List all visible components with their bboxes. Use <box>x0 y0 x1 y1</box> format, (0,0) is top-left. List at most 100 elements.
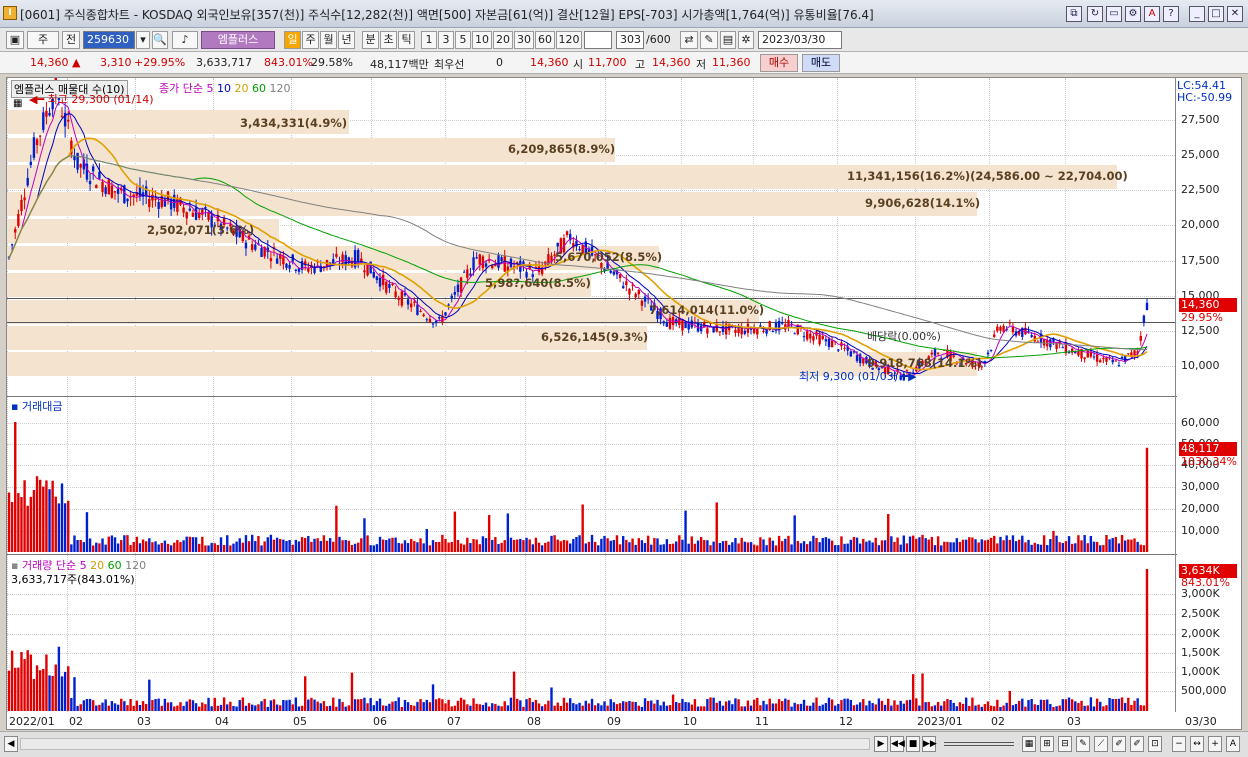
forward-icon[interactable]: ▶▶ <box>922 736 937 752</box>
gear-icon[interactable]: ✲ <box>738 31 754 49</box>
minute-5[interactable]: 5 <box>455 31 471 49</box>
volume-bar <box>173 706 176 711</box>
volume-bar <box>60 676 64 711</box>
period-second[interactable]: 초 <box>380 31 397 49</box>
period-day[interactable]: 일 <box>284 31 301 49</box>
minute-120[interactable]: 120 <box>556 31 582 49</box>
period-button[interactable]: 전 <box>62 31 80 49</box>
volume-bar <box>843 698 846 711</box>
amount-bar <box>799 543 803 552</box>
volume-bar <box>858 702 862 711</box>
close-button[interactable]: ✕ <box>1227 6 1243 22</box>
candle-body <box>1083 357 1086 360</box>
window-icon[interactable]: ▭ <box>1106 6 1122 22</box>
condition-button[interactable]: 엠플러스 <box>201 31 275 49</box>
period-tick[interactable]: 틱 <box>398 31 415 49</box>
maximize-button[interactable]: □ <box>1208 6 1224 22</box>
scrollbar-track[interactable] <box>20 738 870 750</box>
compare-icon[interactable]: ⊟ <box>1058 736 1072 752</box>
tool-icon[interactable]: ⊞ <box>1040 736 1054 752</box>
minute-60[interactable]: 60 <box>535 31 555 49</box>
rewind-icon[interactable]: ◀◀ <box>890 736 905 752</box>
candle-body <box>244 242 248 249</box>
period-year[interactable]: 년 <box>338 31 355 49</box>
volume-bar <box>250 704 254 711</box>
amount-bar <box>612 539 616 552</box>
link-icon[interactable]: ⧉ <box>1066 6 1082 22</box>
amount-bar <box>718 543 722 552</box>
amount-bar <box>151 542 154 552</box>
search-icon[interactable]: 🔍 <box>152 31 168 49</box>
minute-20[interactable]: 20 <box>493 31 513 49</box>
layout-icon[interactable]: ▦ <box>1022 736 1036 752</box>
volume-bar <box>752 699 756 711</box>
grid-icon[interactable]: ▦ <box>13 98 22 109</box>
zoom-slider[interactable] <box>944 742 1014 746</box>
chart-area[interactable]: 3,434,331(4.9%) 6,209,865(8.9%) 11,341,1… <box>6 77 1242 730</box>
candle-body <box>413 301 416 303</box>
minute-1[interactable]: 1 <box>421 31 437 49</box>
zoom-fit-icon[interactable]: ↔ <box>1190 736 1204 752</box>
amount-bar <box>222 545 226 552</box>
ruler-icon[interactable]: ⊡ <box>1148 736 1162 752</box>
panel-divider[interactable] <box>7 554 1177 555</box>
amount-bar <box>977 542 980 552</box>
amount-bar <box>749 542 753 552</box>
minute-30[interactable]: 30 <box>514 31 534 49</box>
period-minute[interactable]: 분 <box>362 31 379 49</box>
mark-icon[interactable]: ✐ <box>1130 736 1144 752</box>
sell-button[interactable]: 매도 <box>802 54 840 72</box>
volume-bar <box>35 665 39 711</box>
volume-bar <box>771 703 775 711</box>
refresh-icon[interactable]: ↻ <box>1087 6 1103 22</box>
date-input[interactable]: 2023/03/30 <box>758 31 842 49</box>
minute-10[interactable]: 10 <box>472 31 492 49</box>
volume-bar <box>562 697 566 711</box>
zoom-out-icon[interactable]: − <box>1172 736 1186 752</box>
volume-bar <box>793 702 796 711</box>
volume-bar <box>706 699 709 711</box>
amount-bar <box>746 542 750 552</box>
draw-icon[interactable]: ✎ <box>1076 736 1090 752</box>
stock-type-select[interactable]: 주 <box>27 31 59 49</box>
minute-3[interactable]: 3 <box>438 31 454 49</box>
amount-bar <box>104 544 107 552</box>
volume-bar <box>958 702 962 711</box>
stock-code-input[interactable]: 259630 <box>83 31 135 49</box>
settings-icon[interactable]: ⚙ <box>1125 6 1141 22</box>
candle-body <box>23 197 26 201</box>
arrows-icon[interactable]: ⇄ <box>680 31 698 49</box>
amount-bar <box>1055 535 1058 552</box>
pin-icon[interactable]: ▣ <box>6 31 24 49</box>
help-icon[interactable]: ? <box>1163 6 1179 22</box>
buy-button[interactable]: 매수 <box>760 54 798 72</box>
minute-custom-input[interactable] <box>584 31 612 49</box>
volume-bar <box>1030 698 1033 711</box>
scroll-left-icon[interactable]: ◀ <box>4 736 18 752</box>
save-icon[interactable]: ▤ <box>720 31 736 49</box>
period-week[interactable]: 주 <box>302 31 319 49</box>
alert-icon[interactable]: A <box>1144 6 1160 22</box>
amount-bar <box>275 537 279 552</box>
stop-icon[interactable]: ■ <box>906 736 920 752</box>
volume-bar <box>731 704 734 711</box>
amount-bar <box>1142 545 1146 552</box>
zoom-in-icon[interactable]: + <box>1208 736 1222 752</box>
amount-bar <box>1108 539 1111 552</box>
candle-body <box>341 254 344 263</box>
period-month[interactable]: 월 <box>320 31 337 49</box>
font-size-icon[interactable]: A <box>1226 736 1240 752</box>
play-icon[interactable]: ▶ <box>874 736 888 752</box>
count-input[interactable]: 303 <box>616 31 644 49</box>
speaker-icon[interactable]: ♪ <box>172 31 198 49</box>
panel-divider[interactable] <box>7 396 1177 397</box>
pen-icon[interactable]: ✐ <box>1112 736 1126 752</box>
volume-bar <box>1092 706 1096 711</box>
amount-bar <box>475 539 478 552</box>
tools-icon[interactable]: ✎ <box>700 31 718 49</box>
volume-bar <box>1027 700 1030 711</box>
chevron-down-icon[interactable]: ▾ <box>136 31 150 49</box>
volume-bar <box>606 705 609 711</box>
line-icon[interactable]: ⟋ <box>1094 736 1108 752</box>
minimize-button[interactable]: _ <box>1189 6 1205 22</box>
